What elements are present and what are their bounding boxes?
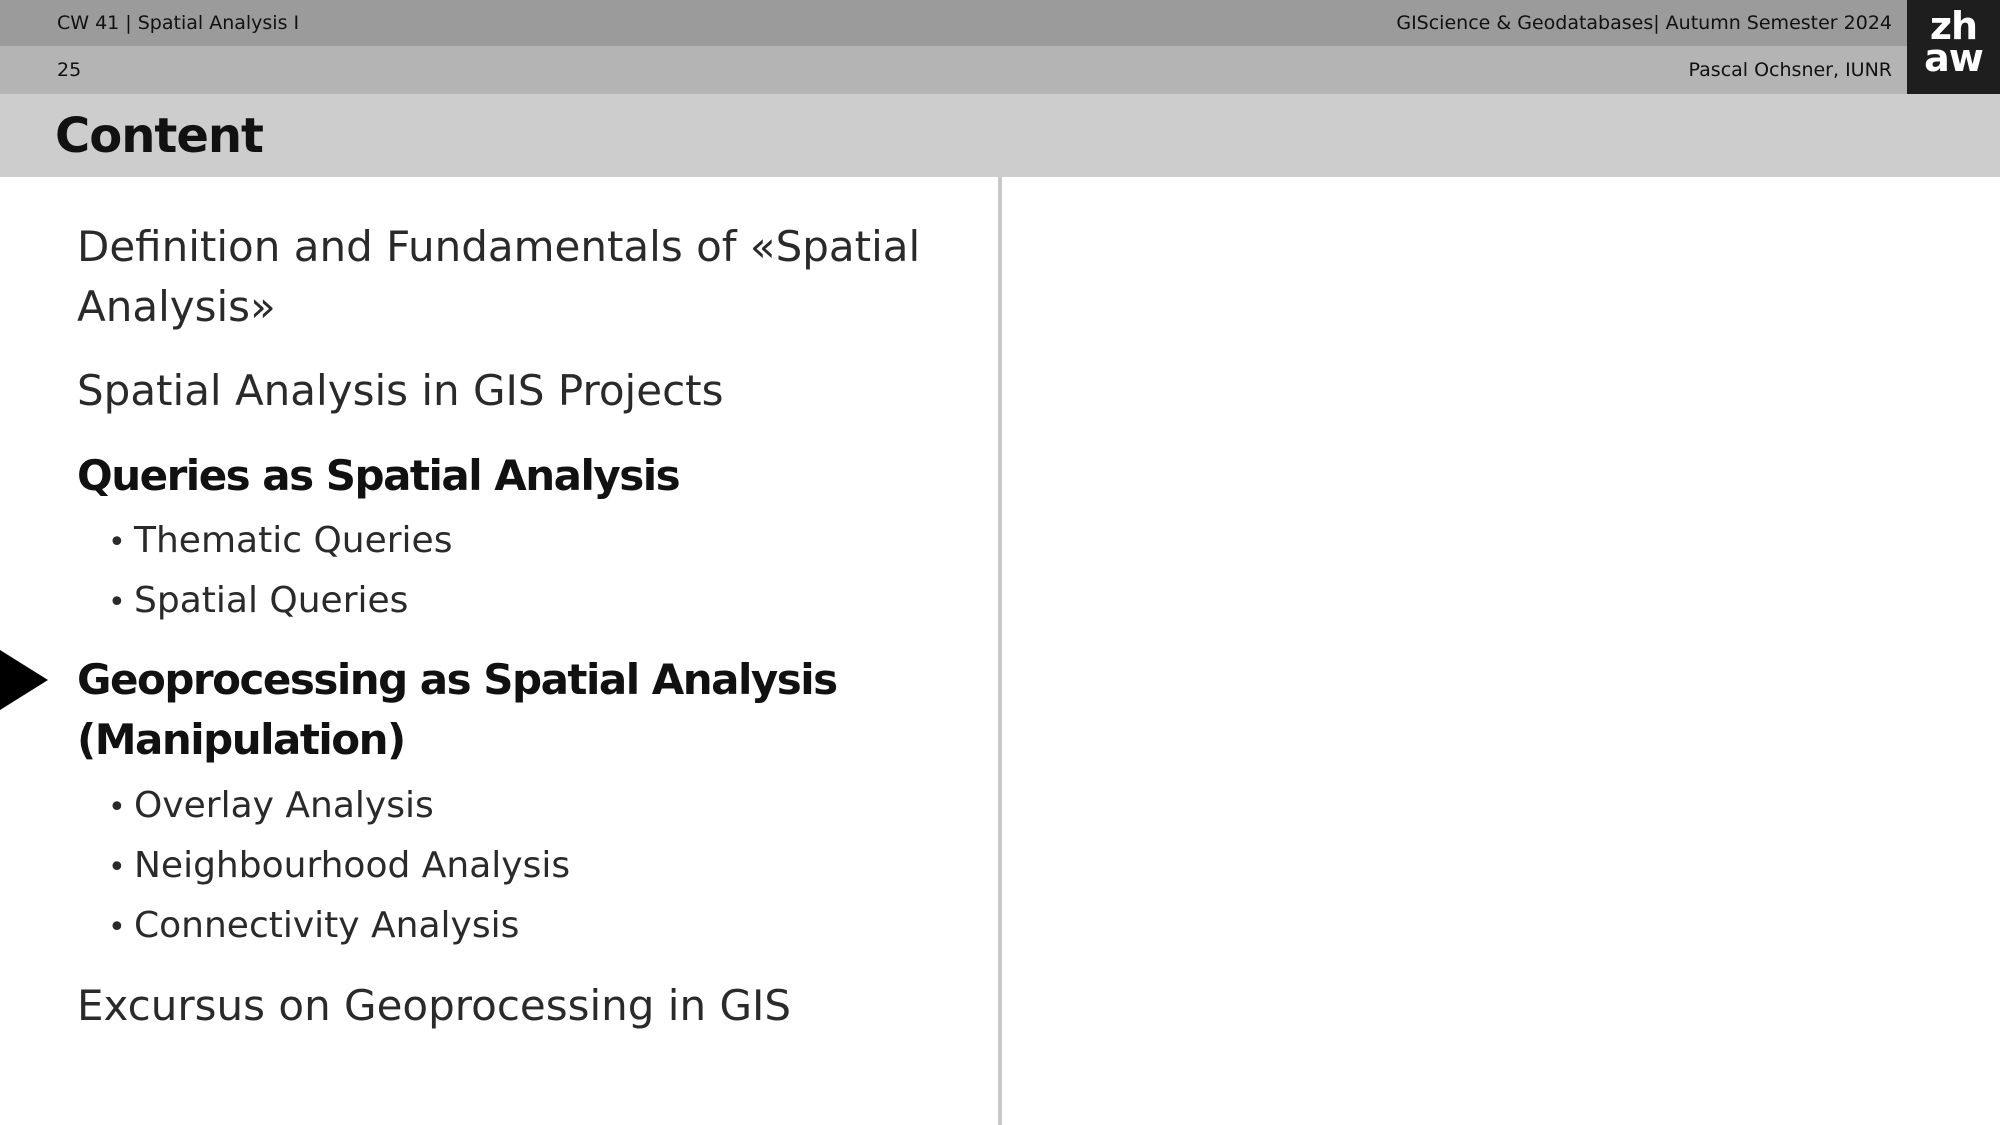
bullet-icon: •	[108, 585, 126, 620]
title-bar	[0, 94, 2000, 177]
author-label: Pascal Ochsner, IUNR	[1688, 59, 1892, 81]
bullet-icon: •	[108, 525, 126, 560]
subitem-label: Neighbourhood Analysis	[134, 845, 571, 886]
subitem-label: Thematic Queries	[134, 520, 453, 561]
header-bar-middle	[0, 46, 1907, 94]
agenda-item-definition: Definition and Fundamentals of «Spatial …	[77, 222, 921, 331]
column-divider	[998, 177, 1002, 1125]
agenda-subitem-thematic-queries: • Thematic Queries	[108, 516, 452, 568]
slide: CW 41 | Spatial Analysis I GIScience & G…	[0, 0, 2000, 1125]
slide-title: Content	[55, 108, 264, 164]
zhaw-logo: zh aw	[1907, 0, 2000, 94]
module-semester-label: GIScience & Geodatabases| Autumn Semeste…	[1396, 12, 1892, 34]
subitem-label: Overlay Analysis	[134, 785, 434, 826]
agenda-subitem-connectivity-analysis: • Connectivity Analysis	[108, 901, 519, 953]
subitem-label: Spatial Queries	[134, 580, 409, 621]
current-section-arrow-icon	[0, 650, 48, 710]
course-lecture-label: CW 41 | Spatial Analysis I	[57, 12, 300, 34]
bullet-icon: •	[108, 910, 126, 945]
bullet-icon: •	[108, 790, 126, 825]
agenda-item-excursus: Excursus on Geoprocessing in GIS	[77, 981, 792, 1030]
agenda-item-geoprocessing: Geoprocessing as Spatial Analysis (Manip…	[77, 655, 838, 764]
agenda-subitem-overlay-analysis: • Overlay Analysis	[108, 781, 434, 833]
agenda-item-gis-projects: Spatial Analysis in GIS Projects	[77, 366, 724, 415]
zhaw-logo-text: zh aw	[1907, 7, 2000, 80]
slide-number: 25	[57, 59, 82, 81]
logo-line-2: aw	[1924, 36, 1984, 80]
agenda-subitem-spatial-queries: • Spatial Queries	[108, 576, 408, 628]
bullet-icon: •	[108, 850, 126, 885]
agenda-list: Definition and Fundamentals of «Spatial …	[0, 177, 998, 1125]
agenda-subitem-neighbourhood-analysis: • Neighbourhood Analysis	[108, 841, 570, 893]
agenda-item-queries: Queries as Spatial Analysis	[77, 451, 681, 500]
subitem-label: Connectivity Analysis	[134, 905, 520, 946]
